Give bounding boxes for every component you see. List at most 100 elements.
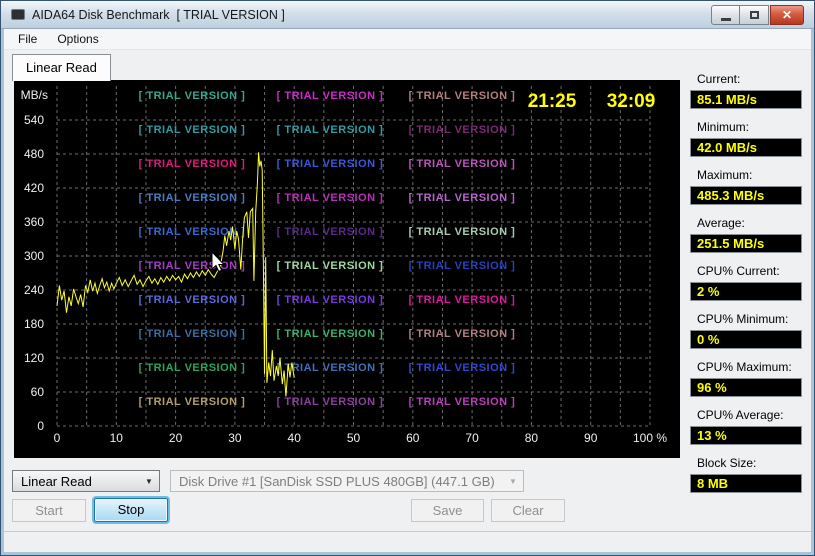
- x-tick-label: 50: [347, 431, 361, 445]
- dropdown-arrow-icon: ▼: [145, 476, 153, 486]
- trial-watermark: [ TRIAL VERSION ]: [277, 90, 384, 102]
- stat-label: Maximum:: [697, 168, 753, 182]
- y-tick-label: 360: [24, 215, 44, 229]
- chart-grid: [56, 86, 651, 427]
- stat-label: CPU% Average:: [697, 408, 784, 422]
- y-tick-label: 60: [31, 385, 45, 399]
- trial-watermark: [ TRIAL VERSION ]: [277, 294, 384, 306]
- y-tick-label: 120: [24, 351, 44, 365]
- remaining-time: 32:09: [607, 91, 656, 112]
- status-strip: [4, 531, 811, 552]
- x-tick-label: 70: [465, 431, 479, 445]
- clear-button[interactable]: Clear: [491, 499, 565, 522]
- trial-watermark: [ TRIAL VERSION ]: [139, 396, 246, 408]
- trial-watermark: [ TRIAL VERSION ]: [409, 90, 516, 102]
- y-tick-label: 480: [24, 147, 44, 161]
- disk-drive-select[interactable]: Disk Drive #1 [SanDisk SSD PLUS 480GB] (…: [170, 470, 524, 492]
- trial-watermark: [ TRIAL VERSION ]: [139, 362, 246, 374]
- stop-button[interactable]: Stop: [94, 498, 168, 522]
- x-tick-label: 20: [169, 431, 183, 445]
- x-tick-label: 60: [406, 431, 420, 445]
- stat-group: CPU% Maximum: 96 %: [690, 360, 810, 397]
- trial-watermark: [ TRIAL VERSION ]: [139, 192, 246, 204]
- trial-watermark: [ TRIAL VERSION ]: [277, 158, 384, 170]
- x-tick-label: 100 %: [633, 431, 667, 445]
- trial-watermark: [ TRIAL VERSION ]: [277, 124, 384, 136]
- trial-watermark: [ TRIAL VERSION ]: [409, 260, 516, 272]
- stat-group: Average: 251.5 MB/s: [690, 216, 810, 253]
- trial-watermark: [ TRIAL VERSION ]: [277, 396, 384, 408]
- trial-watermark: [ TRIAL VERSION ]: [409, 294, 516, 306]
- trial-watermark: [ TRIAL VERSION ]: [277, 192, 384, 204]
- trial-watermark: [ TRIAL VERSION ]: [409, 158, 516, 170]
- save-button[interactable]: Save: [411, 499, 484, 522]
- maximize-icon: [749, 11, 759, 19]
- stat-value: 8 MB: [690, 474, 802, 493]
- stat-value: 485.3 MB/s: [690, 186, 802, 205]
- trial-watermark: [ TRIAL VERSION ]: [139, 294, 246, 306]
- stat-group: Maximum: 485.3 MB/s: [690, 168, 810, 205]
- x-tick-label: 90: [584, 431, 598, 445]
- benchmark-type-select[interactable]: Linear Read ▼: [12, 470, 160, 492]
- trial-watermark: [ TRIAL VERSION ]: [409, 396, 516, 408]
- stat-value: 42.0 MB/s: [690, 138, 802, 157]
- y-tick-label: 0: [37, 419, 44, 433]
- y-axis-unit: MB/s: [21, 88, 48, 102]
- stat-label: Minimum:: [697, 120, 750, 134]
- stat-value: 13 %: [690, 426, 802, 445]
- stat-label: CPU% Maximum:: [697, 360, 792, 374]
- window-controls: ✕: [711, 5, 804, 25]
- y-tick-label: 180: [24, 317, 44, 331]
- menu-file[interactable]: File: [8, 30, 47, 48]
- x-tick-label: 40: [288, 431, 302, 445]
- stat-group: Current: 85.1 MB/s: [690, 72, 810, 109]
- elapsed-time: 21:25: [528, 91, 577, 112]
- stat-value: 0 %: [690, 330, 802, 349]
- trial-watermark: [ TRIAL VERSION ]: [409, 226, 516, 238]
- trial-watermark: [ TRIAL VERSION ]: [277, 260, 384, 272]
- x-tick-label: 0: [54, 431, 61, 445]
- window-title: AIDA64 Disk Benchmark [ TRIAL VERSION ]: [32, 7, 285, 22]
- benchmark-chart: MB/s 540 480 420 360 300 240 180 120 60 0 0 10 20 30 40…: [14, 80, 680, 458]
- title-bar[interactable]: AIDA64 Disk Benchmark [ TRIAL VERSION ] …: [1, 1, 814, 29]
- menu-bar: File Options: [4, 29, 811, 50]
- stat-group: CPU% Minimum: 0 %: [690, 312, 810, 349]
- stat-group: CPU% Average: 13 %: [690, 408, 810, 445]
- stat-group: Block Size: 8 MB: [690, 456, 810, 493]
- stat-label: CPU% Minimum:: [697, 312, 789, 326]
- trial-watermark: [ TRIAL VERSION ]: [139, 260, 246, 272]
- trial-watermark: [ TRIAL VERSION ]: [139, 158, 246, 170]
- stat-value: 96 %: [690, 378, 802, 397]
- start-button[interactable]: Start: [12, 499, 86, 522]
- trial-watermark: [ TRIAL VERSION ]: [409, 192, 516, 204]
- trial-watermark: [ TRIAL VERSION ]: [409, 362, 516, 374]
- stat-value: 2 %: [690, 282, 802, 301]
- app-window: AIDA64 Disk Benchmark [ TRIAL VERSION ] …: [0, 0, 815, 556]
- trial-watermark: [ TRIAL VERSION ]: [277, 226, 384, 238]
- trial-watermark: [ TRIAL VERSION ]: [409, 328, 516, 340]
- benchmark-type-value: Linear Read: [21, 473, 92, 489]
- trial-watermarks: [ TRIAL VERSION ] [ TRIAL VERSION ] [ TRIA…: [139, 90, 516, 408]
- maximize-button[interactable]: [740, 5, 769, 25]
- tab-linear-read[interactable]: Linear Read: [12, 54, 111, 81]
- stats-panel: Current: 85.1 MB/s Minimum: 42.0 MB/s Maximu…: [690, 72, 810, 504]
- x-tick-label: 10: [110, 431, 124, 445]
- stat-label: Current:: [697, 72, 741, 86]
- y-tick-label: 540: [24, 113, 44, 127]
- stat-value: 251.5 MB/s: [690, 234, 802, 253]
- trial-watermark: [ TRIAL VERSION ]: [139, 124, 246, 136]
- x-tick-label: 30: [228, 431, 242, 445]
- app-icon: [11, 9, 25, 20]
- minimize-button[interactable]: [711, 5, 740, 25]
- trial-watermark: [ TRIAL VERSION ]: [139, 328, 246, 340]
- dropdown-arrow-icon: ▼: [509, 476, 517, 486]
- disk-drive-value: Disk Drive #1 [SanDisk SSD PLUS 480GB] (…: [179, 473, 495, 489]
- stat-group: Minimum: 42.0 MB/s: [690, 120, 810, 157]
- chart-canvas: MB/s 540 480 420 360 300 240 180 120 60 00 10 20 30 40…: [21, 86, 667, 445]
- menu-options[interactable]: Options: [47, 30, 108, 48]
- trial-watermark: [ TRIAL VERSION ]: [139, 90, 246, 102]
- stat-value: 85.1 MB/s: [690, 90, 802, 109]
- stat-label: CPU% Current:: [697, 264, 780, 278]
- close-button[interactable]: ✕: [770, 5, 804, 25]
- y-tick-label: 300: [24, 249, 44, 263]
